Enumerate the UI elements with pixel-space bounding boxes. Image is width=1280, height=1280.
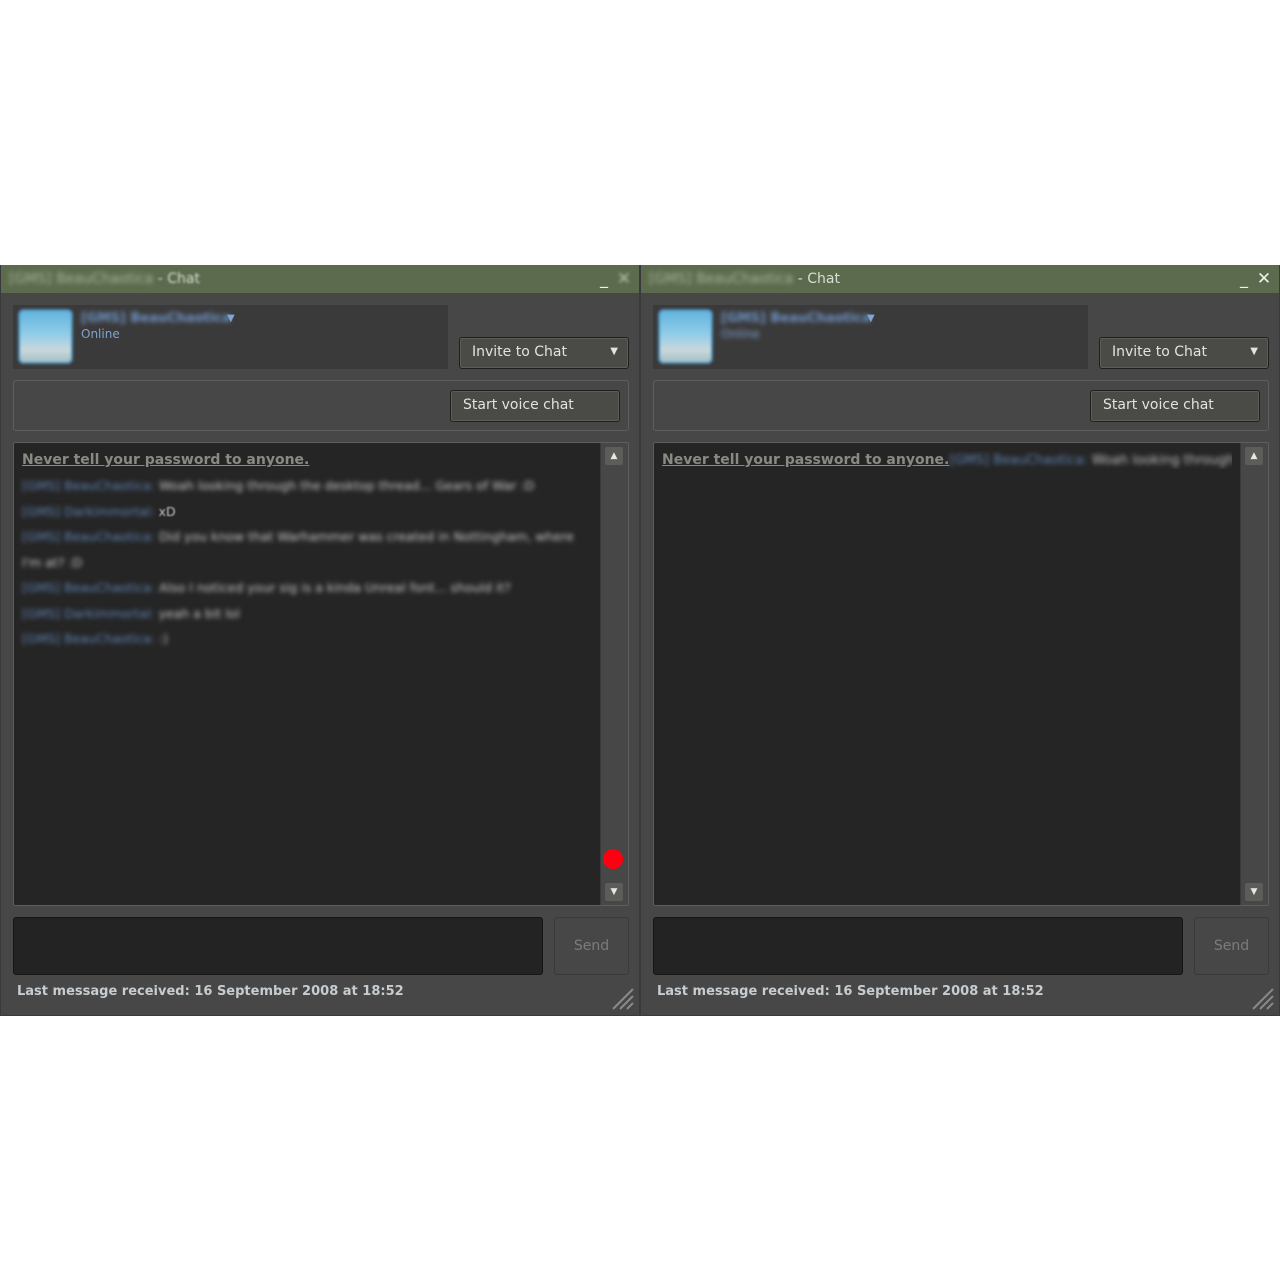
chat-window-left: [GMS] BeauChaotica - Chat _ ✕ [GMS] Beau… — [0, 265, 640, 1016]
contact-name[interactable]: [GMS] BeauChaotica — [81, 311, 231, 326]
invite-to-chat-dropdown[interactable]: Invite to Chat ▼ — [459, 337, 629, 369]
contact-profile: [GMS] BeauChaotica ▼ Online — [653, 305, 1088, 369]
avatar[interactable] — [658, 309, 713, 364]
message-author[interactable]: [GMS] BeauChaotica: — [22, 529, 155, 544]
chat-messages: Never tell your password to anyone.[GMS]… — [662, 451, 1232, 469]
chat-message: I'm at? :D — [22, 550, 592, 576]
password-warning: Never tell your password to anyone. — [662, 452, 950, 468]
title-bar[interactable]: [GMS] BeauChaotica - Chat _ ✕ — [641, 265, 1279, 293]
chat-message: [GMS] BeauChaotica: :) — [22, 626, 592, 652]
scroll-down-arrow-icon[interactable]: ▼ — [605, 883, 623, 901]
last-message-status: Last message received: 16 September 2008… — [17, 984, 404, 999]
scroll-down-arrow-icon[interactable]: ▼ — [1245, 883, 1263, 901]
minimize-button[interactable]: _ — [1235, 269, 1253, 289]
message-author[interactable]: [GMS] BeauChaotica: — [22, 478, 155, 493]
resize-grip-icon[interactable] — [1251, 987, 1275, 1011]
voice-chat-bar: Start voice chat — [653, 380, 1269, 431]
chat-message: [GMS] BeauChaotica: Woah looking through… — [949, 453, 1232, 468]
chat-message: [GMS] Darkimmortal: yeah a bit lol — [22, 601, 592, 627]
message-author[interactable]: [GMS] BeauChaotica: — [949, 453, 1087, 468]
send-button[interactable]: Send — [554, 917, 629, 975]
title-suffix: - Chat — [153, 271, 200, 287]
title-contact-name: [GMS] BeauChaotica — [9, 271, 154, 287]
message-text: xD — [158, 503, 176, 519]
invite-to-chat-dropdown[interactable]: Invite to Chat ▼ — [1099, 337, 1269, 369]
chat-messages: Never tell your password to anyone. [GMS… — [22, 451, 592, 652]
voice-chat-bar: Start voice chat — [13, 380, 629, 431]
last-message-status: Last message received: 16 September 2008… — [657, 984, 1044, 999]
start-voice-chat-button[interactable]: Start voice chat — [1090, 390, 1260, 422]
contact-name[interactable]: [GMS] BeauChaotica — [721, 311, 871, 326]
message-text: Woah looking through the desktop thread.… — [159, 478, 535, 493]
avatar[interactable] — [18, 309, 73, 364]
title-suffix: - Chat — [793, 271, 840, 287]
start-voice-chat-button[interactable]: Start voice chat — [450, 390, 620, 422]
message-text: yeah a bit lol — [158, 605, 240, 621]
message-input[interactable] — [13, 917, 543, 975]
window-title: [GMS] BeauChaotica - Chat — [9, 271, 200, 287]
contact-status: Online — [721, 327, 760, 341]
message-text: Woah looking through the — [1091, 453, 1232, 468]
minimize-button[interactable]: _ — [595, 269, 613, 289]
chat-message: [GMS] BeauChaotica: Also I noticed your … — [22, 575, 592, 601]
scroll-up-arrow-icon[interactable]: ▲ — [1245, 447, 1263, 465]
vertical-scrollbar[interactable]: ▲ ▼ — [600, 443, 628, 905]
vertical-scrollbar[interactable]: ▲ ▼ — [1240, 443, 1268, 905]
message-text: I'm at? :D — [22, 554, 83, 570]
chevron-down-icon[interactable]: ▼ — [867, 313, 875, 324]
chat-message: [GMS] BeauChaotica: Did you know that Wa… — [22, 524, 592, 550]
chat-message: [GMS] BeauChaotica: Woah looking through… — [22, 473, 592, 499]
message-text: Did you know that Warhammer was created … — [159, 529, 574, 544]
chevron-down-icon[interactable]: ▼ — [227, 313, 235, 324]
resize-grip-icon[interactable] — [611, 987, 635, 1011]
click-marker-icon — [603, 849, 623, 869]
message-author[interactable]: [GMS] Darkimmortal: — [22, 606, 155, 621]
window-title: [GMS] BeauChaotica - Chat — [649, 271, 840, 287]
chat-message: [GMS] Darkimmortal: xD — [22, 499, 592, 525]
message-input[interactable] — [653, 917, 1183, 975]
message-author[interactable]: [GMS] BeauChaotica: — [22, 580, 155, 595]
chevron-down-icon: ▼ — [610, 346, 618, 357]
invite-to-chat-label: Invite to Chat — [1112, 344, 1207, 360]
send-button[interactable]: Send — [1194, 917, 1269, 975]
title-contact-name: [GMS] BeauChaotica — [649, 271, 794, 287]
close-button[interactable]: ✕ — [615, 269, 633, 289]
message-text: Also I noticed your sig is a kinda Unrea… — [159, 580, 511, 595]
message-text: :) — [159, 631, 169, 646]
scroll-up-arrow-icon[interactable]: ▲ — [605, 447, 623, 465]
password-warning: Never tell your password to anyone. — [22, 452, 310, 468]
message-author[interactable]: [GMS] Darkimmortal: — [22, 504, 155, 519]
chat-window-right: [GMS] BeauChaotica - Chat _ ✕ [GMS] Beau… — [640, 265, 1280, 1016]
chat-history[interactable]: Never tell your password to anyone. [GMS… — [13, 442, 629, 906]
contact-profile: [GMS] BeauChaotica ▼ Online — [13, 305, 448, 369]
close-button[interactable]: ✕ — [1255, 269, 1273, 289]
message-author[interactable]: [GMS] BeauChaotica: — [22, 631, 155, 646]
title-bar[interactable]: [GMS] BeauChaotica - Chat _ ✕ — [1, 265, 639, 293]
chat-history[interactable]: Never tell your password to anyone.[GMS]… — [653, 442, 1269, 906]
chevron-down-icon: ▼ — [1250, 346, 1258, 357]
invite-to-chat-label: Invite to Chat — [472, 344, 567, 360]
contact-status: Online — [81, 327, 120, 341]
